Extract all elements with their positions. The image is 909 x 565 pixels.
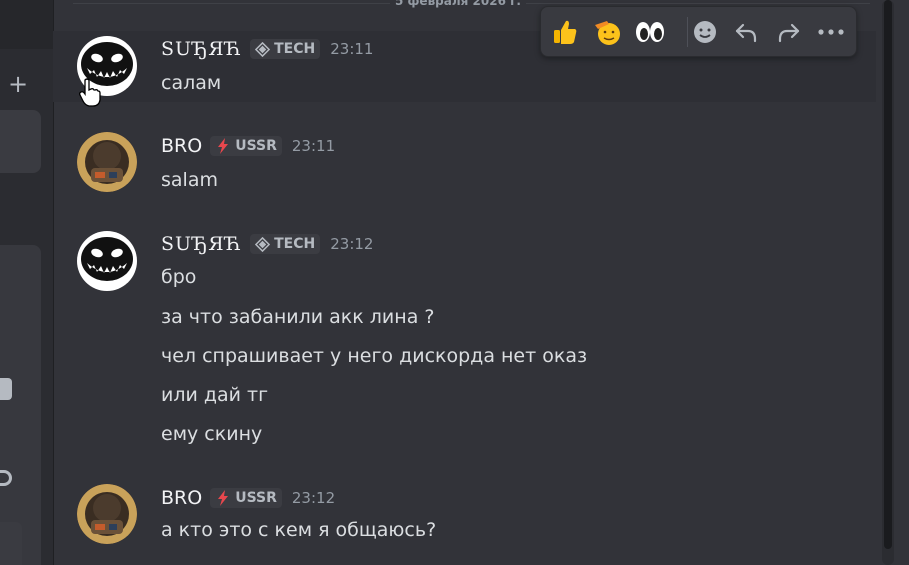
- sidebar-header: [0, 0, 53, 49]
- message-text: чел спрашивает у него дискорда нет оказ: [161, 345, 588, 367]
- author-name[interactable]: ЅUЂЯЋ: [161, 233, 242, 255]
- message-header: BRO USSR 23:11: [161, 133, 335, 159]
- screen-share-icon[interactable]: [0, 378, 12, 400]
- user-panel[interactable]: [0, 522, 22, 565]
- server-tag[interactable]: USSR: [210, 488, 282, 508]
- message-action-toolbar: [540, 6, 857, 57]
- eyes-emoji[interactable]: [634, 16, 666, 48]
- message-timestamp[interactable]: 23:11: [330, 40, 373, 58]
- message-header: BRO USSR 23:12: [161, 485, 335, 511]
- lightning-icon: [218, 490, 229, 506]
- sidebar-selected-item[interactable]: [0, 110, 41, 173]
- message-text: ему скину: [161, 423, 263, 445]
- scrollbar-thumb[interactable]: [884, 0, 892, 549]
- message-timestamp[interactable]: 23:12: [292, 489, 335, 507]
- grinning-ghost-face-avatar[interactable]: [77, 231, 137, 291]
- message-text: или дай тг: [161, 384, 269, 406]
- author-name[interactable]: BRO: [161, 487, 202, 509]
- astronaut-helmet-avatar[interactable]: [77, 484, 137, 544]
- server-tag-label: USSR: [235, 490, 277, 506]
- message-timestamp[interactable]: 23:12: [330, 235, 373, 253]
- author-name[interactable]: BRO: [161, 135, 202, 157]
- saluting-face-emoji[interactable]: [592, 16, 624, 48]
- message-text: за что забанили акк лина ?: [161, 306, 435, 328]
- message-text: salam: [161, 169, 218, 191]
- server-tag-label: USSR: [235, 138, 277, 154]
- server-sidebar: +: [0, 0, 54, 565]
- add-channel-icon[interactable]: +: [8, 72, 28, 96]
- forward-icon[interactable]: [773, 16, 805, 48]
- thumbs-up-emoji[interactable]: [549, 16, 581, 48]
- more-icon[interactable]: [815, 16, 847, 48]
- reply-icon[interactable]: [730, 16, 762, 48]
- server-tag[interactable]: TECH: [250, 39, 321, 59]
- message-text: а кто это с кем я общаюсь?: [161, 519, 437, 541]
- message-timestamp[interactable]: 23:11: [292, 137, 335, 155]
- author-name[interactable]: ЅUЂЯЋ: [161, 38, 242, 60]
- server-tag-label: TECH: [274, 41, 316, 57]
- message-text: бро: [161, 266, 197, 288]
- message-text: салам: [161, 72, 222, 94]
- hand-cursor-icon: [79, 78, 101, 107]
- astronaut-helmet-avatar[interactable]: [77, 132, 137, 192]
- server-tag[interactable]: TECH: [250, 234, 321, 254]
- add-reaction-icon[interactable]: [689, 16, 721, 48]
- sidebar-panel: [0, 245, 41, 565]
- diamond-move-icon: [255, 41, 271, 57]
- message-header: ЅUЂЯЋ TECH 23:11: [161, 36, 373, 62]
- server-tag[interactable]: USSR: [210, 136, 282, 156]
- date-divider-label: 5 февраля 2026 г.: [390, 0, 526, 8]
- toolbar-separator: [687, 17, 688, 47]
- diamond-move-icon: [255, 236, 271, 252]
- message-header: ЅUЂЯЋ TECH 23:12: [161, 231, 373, 257]
- lightning-icon: [218, 138, 229, 154]
- server-tag-label: TECH: [274, 236, 316, 252]
